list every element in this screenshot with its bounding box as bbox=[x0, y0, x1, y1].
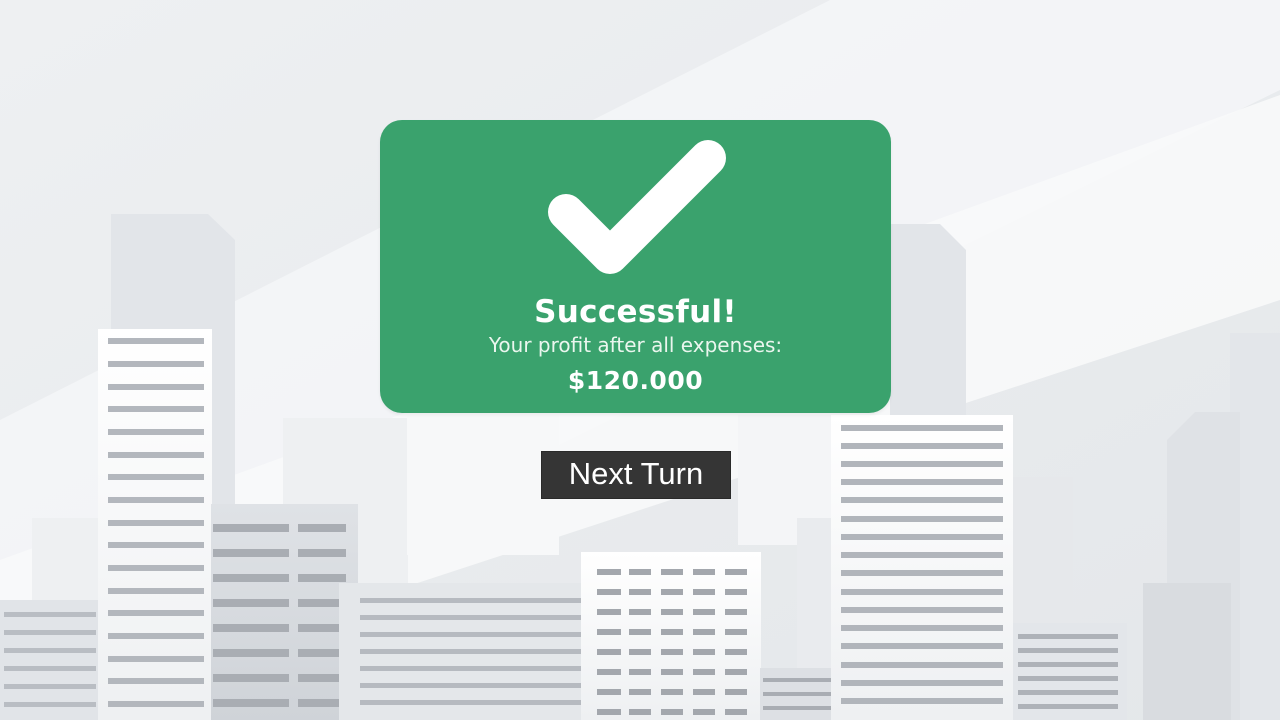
result-subtitle: Your profit after all expenses: bbox=[488, 333, 783, 357]
result-title: Successful! bbox=[534, 294, 737, 330]
next-turn-button[interactable]: Next Turn bbox=[541, 451, 731, 499]
profit-amount: $120.000 bbox=[567, 366, 704, 395]
checkmark-icon bbox=[538, 128, 738, 288]
